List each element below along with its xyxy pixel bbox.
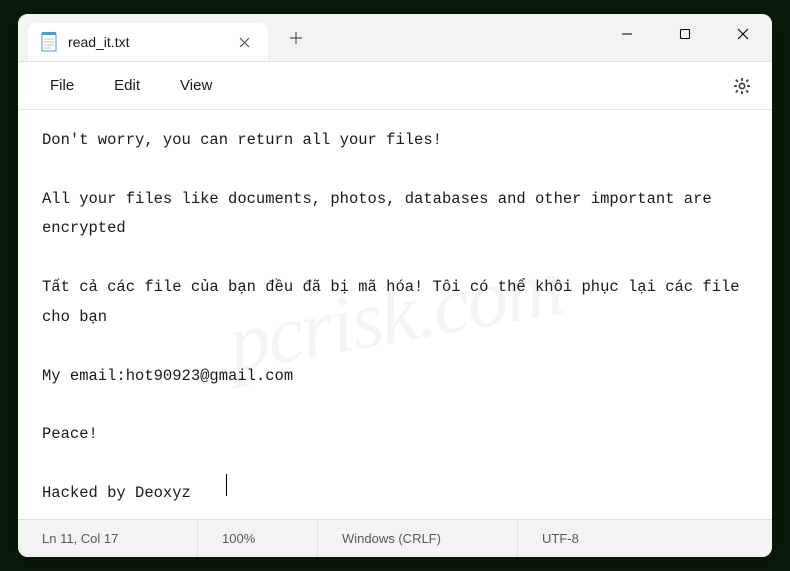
menubar: File Edit View <box>18 62 772 110</box>
active-tab[interactable]: read_it.txt <box>28 23 268 61</box>
text-editor-area[interactable]: pcrisk.com Don't worry, you can return a… <box>18 110 772 519</box>
minimize-button[interactable] <box>598 14 656 54</box>
notepad-window: read_it.txt File Edit View <box>18 14 772 557</box>
titlebar-drag-area[interactable] <box>316 14 598 61</box>
document-text: Don't worry, you can return all your fil… <box>42 126 748 509</box>
close-window-button[interactable] <box>714 14 772 54</box>
close-tab-button[interactable] <box>230 28 258 56</box>
edit-menu[interactable]: Edit <box>94 69 160 102</box>
text-cursor <box>226 474 227 496</box>
new-tab-button[interactable] <box>276 18 316 58</box>
cursor-position[interactable]: Ln 11, Col 17 <box>18 520 198 557</box>
settings-button[interactable] <box>724 68 760 104</box>
titlebar: read_it.txt <box>18 14 772 62</box>
file-menu[interactable]: File <box>30 69 94 102</box>
line-ending[interactable]: Windows (CRLF) <box>318 520 518 557</box>
window-controls <box>598 14 772 61</box>
tab-title: read_it.txt <box>68 34 220 50</box>
view-menu[interactable]: View <box>160 69 232 102</box>
encoding[interactable]: UTF-8 <box>518 520 772 557</box>
gear-icon <box>732 76 752 96</box>
tab-strip: read_it.txt <box>18 14 316 61</box>
zoom-level[interactable]: 100% <box>198 520 318 557</box>
notepad-icon <box>40 31 58 53</box>
statusbar: Ln 11, Col 17 100% Windows (CRLF) UTF-8 <box>18 519 772 557</box>
maximize-button[interactable] <box>656 14 714 54</box>
